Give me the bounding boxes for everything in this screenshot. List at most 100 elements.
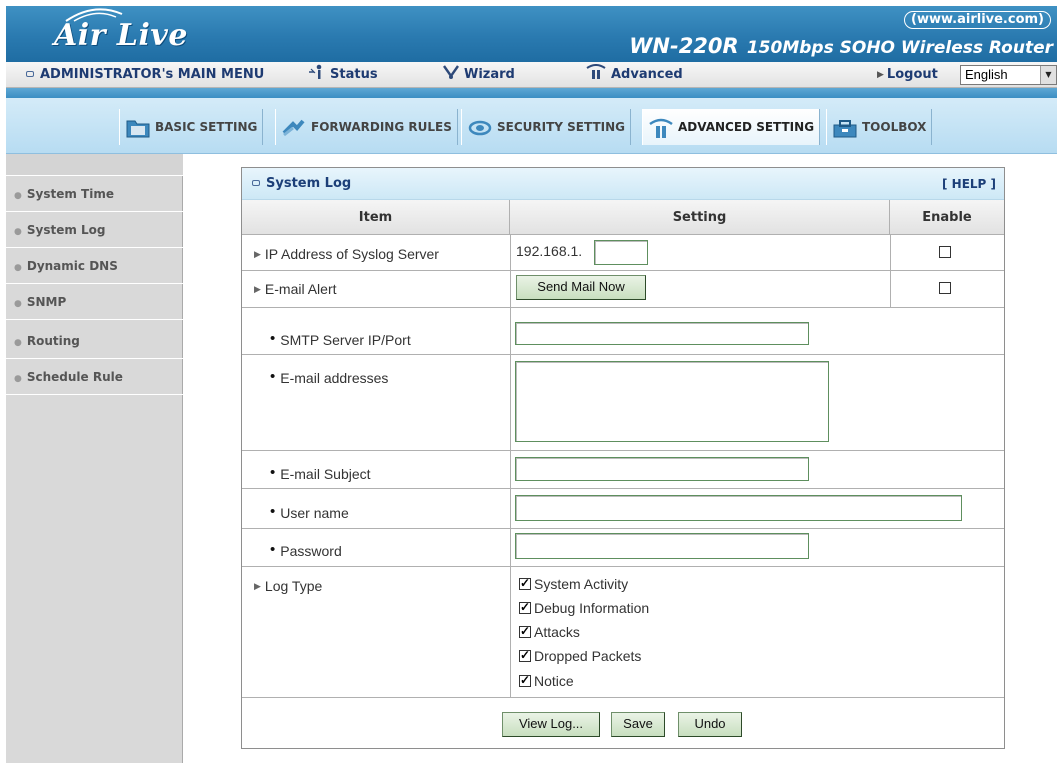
email-alert-enable-checkbox[interactable] — [939, 282, 951, 294]
password-label: • Password — [270, 541, 342, 559]
syslog-enable-checkbox[interactable] — [939, 246, 951, 258]
status-menu-item[interactable]: Status — [308, 62, 378, 88]
sidebar-item-schedule-rule[interactable]: ● Schedule Rule — [6, 360, 183, 395]
email-addresses-textarea[interactable] — [515, 361, 829, 442]
column-header-enable: Enable — [890, 200, 1004, 235]
save-button[interactable]: Save — [611, 712, 665, 737]
dropped-packets-checkbox[interactable] — [519, 648, 531, 662]
column-divider — [890, 235, 891, 307]
admin-main-menu-link[interactable]: ADMINISTRATOR's MAIN MENU — [26, 62, 264, 88]
system-activity-label: System Activity — [534, 576, 629, 592]
view-log-button[interactable]: View Log... — [502, 712, 600, 737]
main-menu-bar: ADMINISTRATOR's MAIN MENU Status Wizard … — [6, 62, 1057, 88]
folder-icon — [126, 120, 150, 137]
panel-title-bar: System Log [ HELP ] — [242, 168, 1004, 200]
log-type-system-activity[interactable]: System Activity — [519, 576, 628, 592]
send-mail-now-button[interactable]: Send Mail Now — [516, 275, 646, 300]
tab-basic-setting[interactable]: BASIC SETTING — [119, 109, 264, 145]
syslog-ip-input[interactable] — [594, 240, 648, 265]
system-activity-checkbox[interactable] — [519, 576, 531, 590]
advanced-icon — [586, 64, 606, 79]
bullet-icon: ● — [14, 338, 22, 348]
tab-forwarding-rules-label: FORWARDING RULES — [311, 120, 452, 134]
attacks-checkbox[interactable] — [519, 624, 531, 638]
log-type-attacks[interactable]: Attacks — [519, 624, 580, 640]
debug-information-label: Debug Information — [534, 600, 650, 616]
smtp-server-text: SMTP Server IP/Port — [280, 332, 411, 348]
wizard-menu-item[interactable]: Wizard — [442, 62, 515, 88]
arrow-right-icon: ▶ — [254, 249, 261, 259]
sidebar-item-system-log[interactable]: ● System Log — [6, 213, 183, 248]
bullet-icon: • — [270, 368, 276, 385]
tab-basic-setting-label: BASIC SETTING — [155, 120, 258, 134]
status-icon — [309, 64, 322, 79]
row-divider — [242, 354, 1004, 355]
syslog-server-label: ▶ IP Address of Syslog Server — [254, 246, 439, 262]
undo-button[interactable]: Undo — [678, 712, 742, 737]
tab-advanced-setting[interactable]: ADVANCED SETTING — [642, 109, 821, 145]
user-name-input[interactable] — [515, 495, 962, 521]
smtp-server-input[interactable] — [515, 322, 809, 345]
sidebar-item-routing[interactable]: ● Routing — [6, 324, 183, 359]
status-menu-label: Status — [330, 67, 378, 82]
sidebar-item-label: System Log — [26, 223, 106, 237]
sidebar-item-snmp[interactable]: ● SNMP — [6, 285, 183, 320]
arrow-right-icon: ▶ — [254, 581, 261, 591]
notice-checkbox[interactable] — [519, 673, 531, 687]
column-divider — [510, 235, 511, 697]
tab-toolbox[interactable]: TOOLBOX — [826, 109, 933, 145]
tab-forwarding-rules[interactable]: FORWARDING RULES — [275, 109, 458, 145]
site-url-link[interactable]: (www.airlive.com) — [904, 11, 1051, 29]
sidebar-header — [6, 154, 183, 176]
sidebar: ● System Time ● System Log ● Dynamic DNS ● S… — [6, 154, 183, 763]
smtp-server-label: • SMTP Server IP/Port — [270, 330, 411, 348]
tab-security-setting[interactable]: SECURITY SETTING — [461, 109, 631, 145]
sidebar-item-label: Schedule Rule — [26, 370, 123, 384]
menu-square-icon — [26, 71, 34, 77]
email-subject-input[interactable] — [515, 457, 809, 481]
chevron-down-icon: ▼ — [1040, 66, 1056, 84]
user-name-text: User name — [280, 505, 349, 521]
log-type-dropped-packets[interactable]: Dropped Packets — [519, 648, 641, 664]
column-header-item: Item — [242, 200, 510, 235]
bullet-icon: ● — [14, 191, 22, 201]
help-link[interactable]: [ HELP ] — [942, 168, 996, 200]
sidebar-item-label: Dynamic DNS — [26, 259, 118, 273]
sidebar-item-label: SNMP — [26, 295, 67, 309]
attacks-label: Attacks — [534, 624, 580, 640]
email-subject-text: E-mail Subject — [280, 466, 371, 482]
airlive-logo: Air Live — [54, 18, 188, 53]
product-model: WN-220R — [629, 34, 739, 58]
wizard-menu-label: Wizard — [464, 67, 515, 82]
security-eye-icon — [468, 120, 492, 135]
arrow-right-icon: ▶ — [254, 284, 261, 294]
arrow-right-icon: ▶ — [877, 70, 884, 80]
row-divider — [242, 307, 1004, 308]
language-select[interactable]: English ▼ — [960, 65, 1057, 85]
user-name-label: • User name — [270, 503, 349, 521]
advanced-menu-label: Advanced — [611, 67, 683, 82]
email-addresses-text: E-mail addresses — [280, 370, 389, 386]
sidebar-item-system-time[interactable]: ● System Time — [6, 177, 183, 212]
panel-title: System Log — [252, 168, 351, 200]
syslog-server-text: IP Address of Syslog Server — [264, 246, 439, 262]
panel-title-label: System Log — [266, 176, 352, 191]
admin-main-menu-label: ADMINISTRATOR's MAIN MENU — [40, 67, 265, 82]
row-divider — [242, 566, 1004, 567]
log-type-debug-information[interactable]: Debug Information — [519, 600, 649, 616]
divider-strip — [6, 88, 1057, 98]
debug-information-checkbox[interactable] — [519, 600, 531, 614]
bullet-icon: • — [270, 330, 276, 347]
email-alert-text: E-mail Alert — [264, 281, 337, 297]
sidebar-item-dynamic-dns[interactable]: ● Dynamic DNS — [6, 249, 183, 284]
advanced-gate-icon — [649, 118, 673, 138]
row-divider — [242, 528, 1004, 529]
language-value: English — [965, 67, 1008, 82]
product-description: 150Mbps SOHO Wireless Router — [746, 38, 1053, 58]
dropped-packets-label: Dropped Packets — [534, 648, 642, 664]
logout-link[interactable]: ▶ Logout — [877, 62, 938, 88]
forward-arrow-icon — [282, 119, 305, 136]
log-type-notice[interactable]: Notice — [519, 673, 574, 689]
password-input[interactable] — [515, 533, 809, 559]
advanced-menu-item[interactable]: Advanced — [585, 62, 683, 88]
